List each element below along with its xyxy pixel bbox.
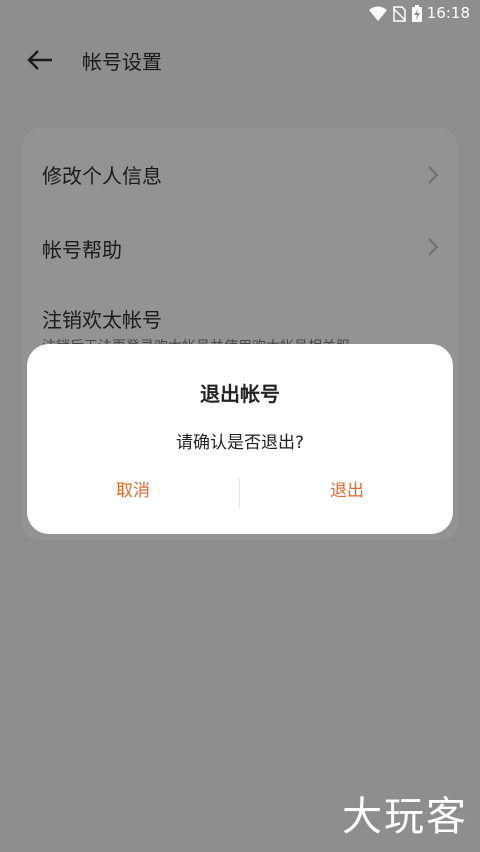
status-time: 16:18: [426, 4, 470, 22]
battery-charging-icon: [412, 5, 422, 22]
button-divider: [239, 478, 240, 508]
no-sim-icon: [393, 5, 406, 22]
dialog-message: 请确认是否退出?: [175, 433, 305, 453]
menu-item-label: 帐号帮助: [42, 238, 122, 262]
logout-dialog: 退出帐号 请确认是否退出? 取消 退出: [27, 344, 453, 534]
chevron-right-icon: [428, 238, 439, 256]
status-bar: 16:18: [0, 0, 480, 26]
wifi-icon: [369, 6, 387, 21]
watermark-logo: 大玩客: [342, 794, 468, 840]
page-title: 帐号设置: [82, 50, 162, 74]
confirm-logout-button[interactable]: 退出: [241, 474, 453, 508]
cancel-button[interactable]: 取消: [27, 474, 239, 508]
menu-item-label: 注销欢太帐号: [42, 308, 162, 332]
top-bar: 帐号设置: [0, 36, 480, 84]
menu-item-edit-profile[interactable]: 修改个人信息: [22, 140, 458, 214]
dialog-title: 退出帐号: [200, 382, 280, 406]
chevron-right-icon: [428, 166, 439, 184]
menu-item-delete-account[interactable]: 注销欢太帐号 注销后无法再登录欢太帐号并使用欢太帐号相关服: [22, 280, 458, 355]
menu-item-account-help[interactable]: 帐号帮助: [22, 214, 458, 288]
status-icons: [369, 5, 422, 22]
back-arrow-icon[interactable]: [26, 46, 56, 74]
menu-item-label: 修改个人信息: [42, 164, 162, 188]
